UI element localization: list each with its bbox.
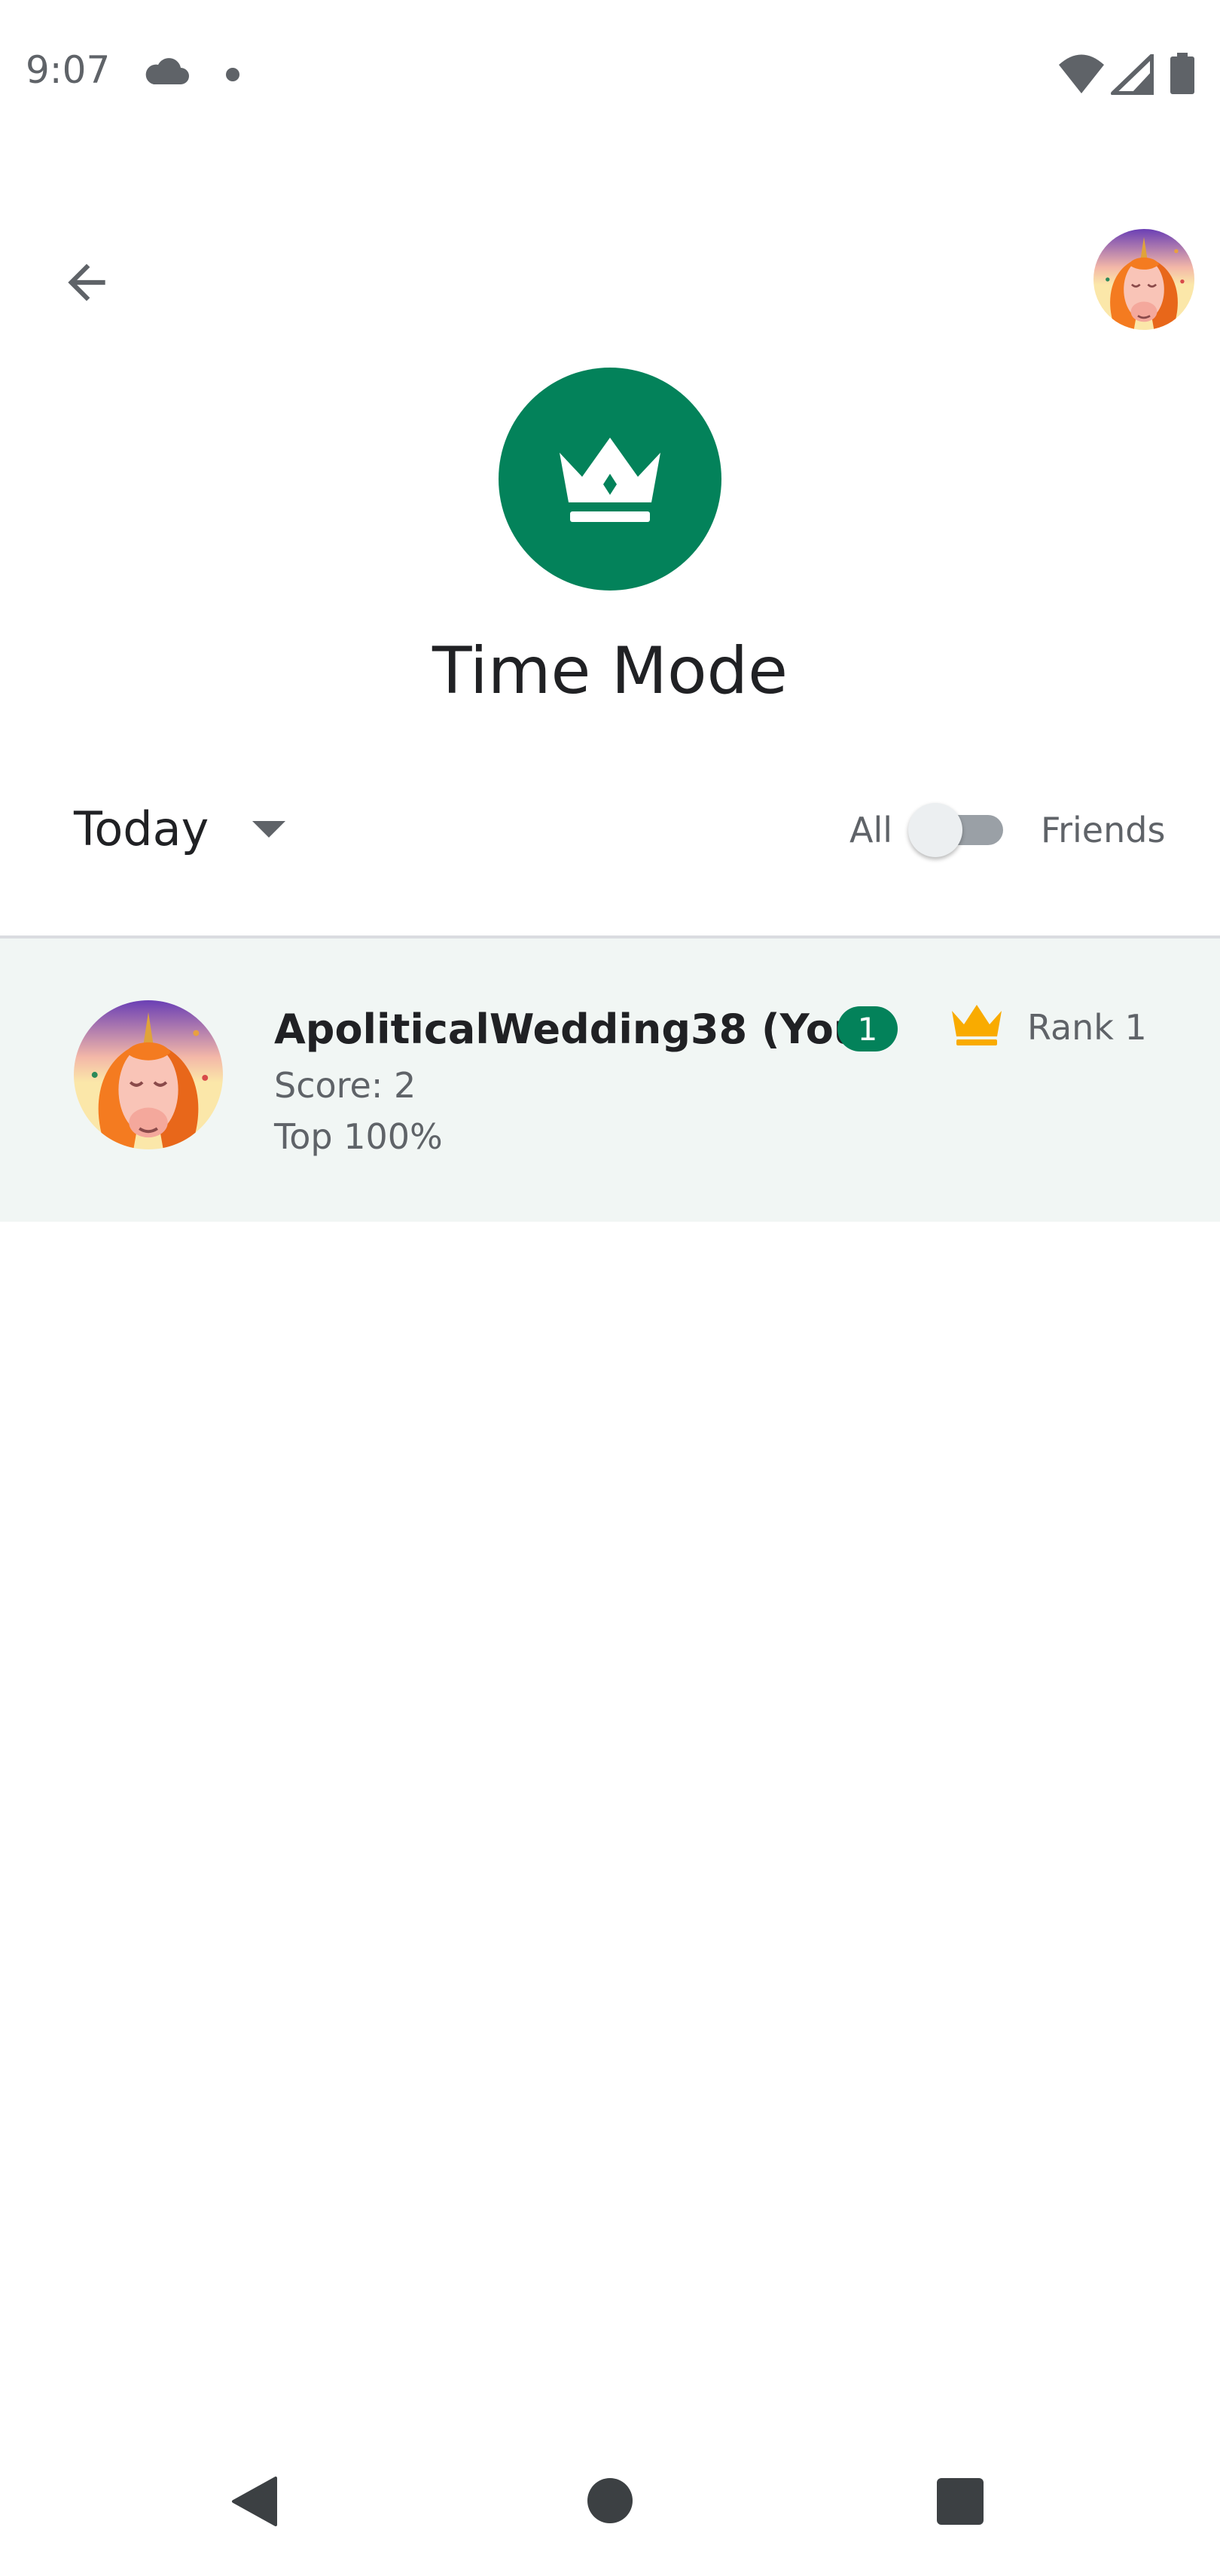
wifi-icon [1057, 54, 1106, 98]
filter-all-label: All [849, 810, 893, 850]
rank-label: Rank 1 [1027, 1007, 1147, 1048]
battery-icon [1169, 53, 1196, 98]
nav-back-button[interactable] [230, 2475, 279, 2531]
unicorn-avatar-icon [1093, 229, 1194, 330]
nav-home-button[interactable] [587, 2478, 633, 2523]
crown-icon [560, 438, 660, 522]
unicorn-avatar-icon [74, 1000, 223, 1149]
signal-icon [1110, 53, 1154, 98]
notification-dot-icon [226, 68, 239, 81]
period-dropdown-label: Today [74, 801, 209, 856]
crown-icon [950, 1002, 1003, 1050]
nav-back-icon [232, 2477, 277, 2526]
score-label: Score: 2 [274, 1065, 416, 1106]
status-time: 9:07 [26, 48, 111, 92]
profile-avatar-button[interactable] [1093, 229, 1194, 330]
dropdown-arrow-icon [252, 821, 286, 838]
player-name: ApoliticalWedding38 (You) [274, 1006, 882, 1053]
filter-friends-label: Friends [1041, 810, 1166, 850]
arrow-back-icon [68, 264, 105, 301]
avatar [74, 1000, 223, 1149]
back-button[interactable] [53, 249, 120, 316]
friends-toggle[interactable] [908, 803, 1006, 857]
toggle-thumb [908, 803, 962, 857]
percentile-label: Top 100% [274, 1116, 443, 1157]
nav-recents-button[interactable] [937, 2478, 984, 2525]
period-dropdown[interactable]: Today [74, 798, 287, 859]
cloud-icon [143, 56, 190, 89]
mode-emblem [499, 368, 721, 591]
level-badge: 1 [837, 1006, 898, 1051]
page-title: Time Mode [432, 633, 788, 709]
